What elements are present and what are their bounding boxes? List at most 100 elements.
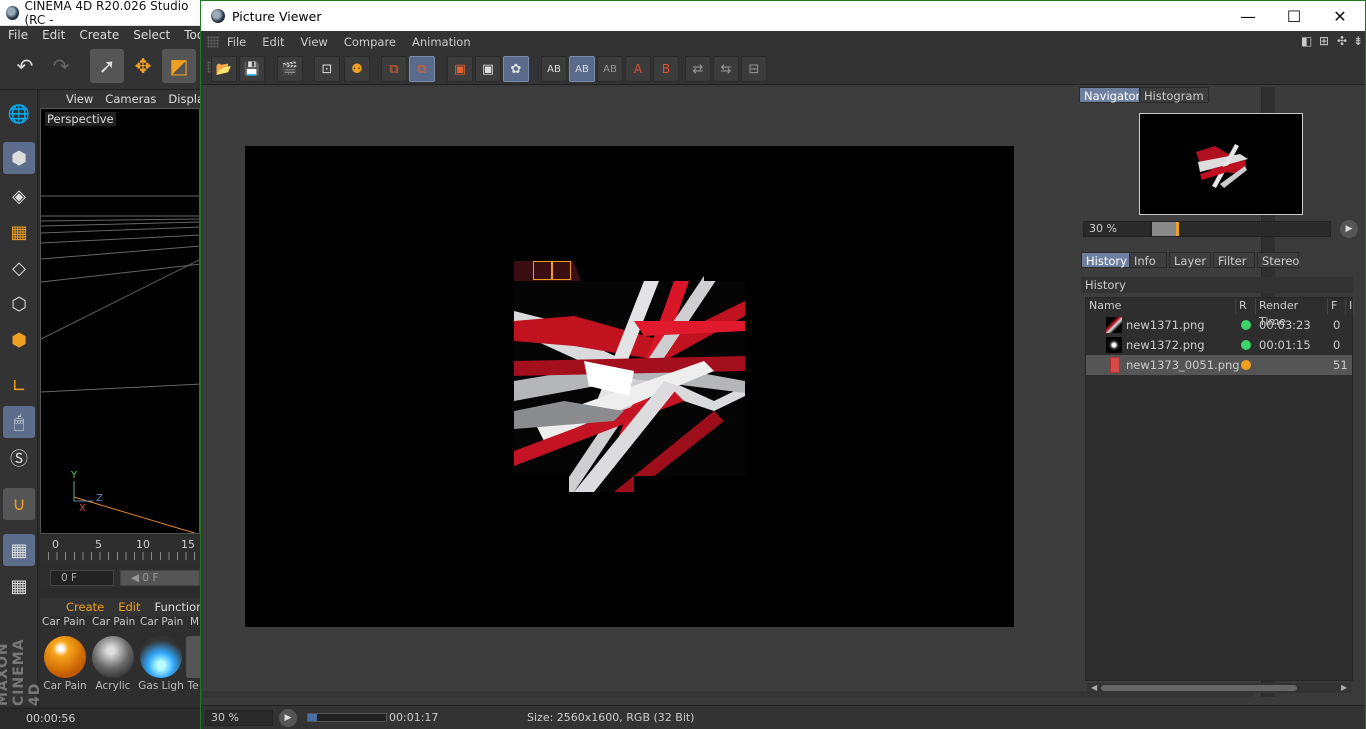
sync-ab-icon[interactable]: ⇆: [713, 56, 739, 82]
column-header-i[interactable]: I: [1346, 298, 1354, 314]
pv-menu-compare[interactable]: Compare: [344, 35, 396, 49]
stop-render-icon[interactable]: ⚉: [344, 56, 370, 82]
navigator-play-icon[interactable]: ▶: [1340, 220, 1358, 238]
material-car-paint[interactable]: Car Pain: [42, 634, 88, 692]
pv-menu-view[interactable]: View: [301, 35, 328, 49]
redo-icon[interactable]: ↷: [44, 49, 78, 83]
edges-mode-icon[interactable]: ⬡: [3, 288, 35, 320]
render-bucket-outline: [552, 261, 571, 280]
lock-workplane-icon[interactable]: ▦: [3, 534, 35, 566]
axis-icon[interactable]: ∟: [3, 370, 35, 402]
clapper-icon[interactable]: 🎬: [277, 56, 303, 82]
remove-all-icon[interactable]: ⧉: [409, 56, 435, 82]
x-axis-label: X: [79, 503, 86, 514]
zoom-field[interactable]: 30 %: [205, 710, 273, 726]
history-status-dot: [1241, 320, 1251, 330]
history-frame: 51: [1333, 358, 1348, 372]
tab-filter[interactable]: Filter: [1213, 252, 1255, 268]
open-file-icon[interactable]: 📂: [211, 56, 237, 82]
play-icon[interactable]: ▶: [279, 709, 297, 727]
scroll-right-icon[interactable]: ▶: [1341, 683, 1347, 693]
pv-menu-animation[interactable]: Animation: [412, 35, 471, 49]
column-header-render-time[interactable]: Render Time: [1256, 298, 1328, 328]
tab-info[interactable]: Info: [1129, 252, 1167, 268]
main-status-bar: 00:00:56: [0, 708, 200, 729]
tab-histogram[interactable]: Histogram: [1139, 87, 1209, 103]
undo-icon[interactable]: ↶: [8, 49, 42, 83]
move-tool-icon[interactable]: ✥: [126, 49, 160, 83]
ab-split-icon[interactable]: AB: [569, 56, 595, 82]
show-single-icon[interactable]: ▣: [447, 56, 473, 82]
minimize-icon[interactable]: —: [1225, 1, 1271, 31]
viewport-menu-view[interactable]: View: [66, 92, 93, 106]
layout-single-icon[interactable]: ◧: [1301, 34, 1312, 48]
ab-diff-icon[interactable]: AB: [597, 56, 623, 82]
viewport-menu-cameras[interactable]: Cameras: [105, 92, 156, 106]
material-menu-function[interactable]: Function: [155, 600, 204, 614]
select-tool-icon[interactable]: ➚: [90, 49, 124, 83]
set-a-icon[interactable]: A: [625, 56, 651, 82]
main-menu-edit[interactable]: Edit: [42, 28, 65, 42]
panel-menu-icon[interactable]: ⇟: [1353, 34, 1363, 48]
main-menu-select[interactable]: Select: [133, 28, 170, 42]
navigator-zoom-field[interactable]: 30 %: [1083, 221, 1151, 237]
close-icon[interactable]: ✕: [1317, 1, 1363, 31]
history-thumbnail: [1110, 357, 1120, 373]
points-mode-icon[interactable]: ◇: [3, 252, 35, 284]
tab-layer[interactable]: Layer: [1169, 252, 1211, 268]
history-horizontal-scrollbar[interactable]: ◀ ▶: [1087, 683, 1351, 693]
workplane-align-icon[interactable]: ▦: [3, 570, 35, 602]
fullscreen-icon[interactable]: ✣: [1337, 34, 1347, 48]
material-other[interactable]: Te: [186, 634, 200, 692]
navigator-zoom-slider[interactable]: [1151, 221, 1331, 237]
snap-icon[interactable]: Ⓢ: [3, 442, 35, 474]
timeline-ruler[interactable]: 0 5 10 15: [40, 536, 200, 564]
globe-icon[interactable]: 🌐: [3, 98, 35, 130]
tab-stereo[interactable]: Stereo: [1257, 252, 1299, 268]
material-name: Te: [187, 680, 199, 692]
polygons-mode-icon[interactable]: ⬢: [3, 324, 35, 356]
history-status-dot: [1241, 360, 1251, 370]
scale-tool-icon[interactable]: ◩: [162, 49, 196, 83]
set-b-icon[interactable]: B: [653, 56, 679, 82]
perspective-viewport[interactable]: Perspective Y Z X: [40, 108, 200, 534]
column-header-name[interactable]: Name: [1086, 298, 1236, 314]
pv-menu-file[interactable]: File: [227, 35, 246, 49]
maximize-icon[interactable]: ☐: [1271, 1, 1317, 31]
column-header-r[interactable]: R: [1236, 298, 1256, 314]
navigator-thumbnail[interactable]: [1139, 113, 1303, 215]
model-mode-icon[interactable]: ⬢: [3, 142, 35, 174]
main-menu-file[interactable]: File: [8, 28, 28, 42]
material-menu-edit[interactable]: Edit: [118, 600, 140, 614]
main-menu-create[interactable]: Create: [79, 28, 119, 42]
magnet-icon[interactable]: ∪: [3, 488, 35, 520]
scroll-left-icon[interactable]: ◀: [1091, 683, 1097, 693]
history-section-title: History: [1081, 277, 1353, 293]
tab-history[interactable]: History: [1081, 252, 1132, 268]
region-render-icon[interactable]: ⊡: [314, 56, 340, 82]
history-row[interactable]: new1372.png 00:01:15 0: [1086, 335, 1352, 355]
show-all-icon[interactable]: ▣: [475, 56, 501, 82]
tweak-mode-icon[interactable]: 🖱: [3, 406, 35, 438]
history-row-selected[interactable]: new1373_0051.png 51: [1086, 355, 1352, 375]
layout-split-icon[interactable]: ⊞: [1319, 34, 1329, 48]
workplane-icon[interactable]: ▦: [3, 216, 35, 248]
material-gas-light[interactable]: Gas Ligh: [138, 634, 184, 692]
overlay-ab-icon[interactable]: ⊟: [741, 56, 767, 82]
min-frame-slider[interactable]: ◀ 0 F: [120, 570, 200, 586]
material-menu-create[interactable]: Create: [66, 600, 104, 614]
texture-mode-icon[interactable]: ◈: [3, 180, 35, 212]
timeline-tick-label: 10: [136, 538, 150, 551]
tab-navigator[interactable]: Navigator: [1079, 87, 1146, 103]
current-frame-field[interactable]: 0 F: [50, 570, 114, 586]
save-as-icon[interactable]: 💾: [239, 56, 265, 82]
column-header-f[interactable]: F: [1328, 298, 1346, 314]
remove-image-icon[interactable]: ⧉: [381, 56, 407, 82]
filter-icon[interactable]: ✿: [503, 56, 529, 82]
pv-menu-edit[interactable]: Edit: [262, 35, 284, 49]
swap-ab-icon[interactable]: ⇄: [685, 56, 711, 82]
history-scroll-thumb[interactable]: [1101, 685, 1297, 691]
ab-compare-icon[interactable]: AB: [541, 56, 567, 82]
material-acrylic[interactable]: Acrylic: [90, 634, 136, 692]
history-row[interactable]: new1371.png 00:03:23 0: [1086, 315, 1352, 335]
